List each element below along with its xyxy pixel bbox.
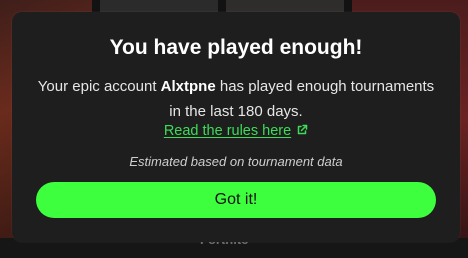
modal-message: Your epic account Alxtpne has played eno… xyxy=(32,74,440,124)
got-it-button[interactable]: Got it! xyxy=(36,182,436,218)
rules-link-row: Read the rules here xyxy=(12,123,460,139)
read-rules-link-label: Read the rules here xyxy=(163,123,292,139)
read-rules-link[interactable]: Read the rules here xyxy=(164,123,308,139)
estimate-note: Estimated based on tournament data xyxy=(129,154,343,169)
played-enough-modal: You have played enough! Your epic accoun… xyxy=(12,12,460,242)
account-name: Alxtpne xyxy=(160,78,216,95)
external-link-icon xyxy=(297,124,308,135)
modal-title: You have played enough! xyxy=(109,36,363,59)
message-prefix: Your epic account xyxy=(37,78,161,95)
